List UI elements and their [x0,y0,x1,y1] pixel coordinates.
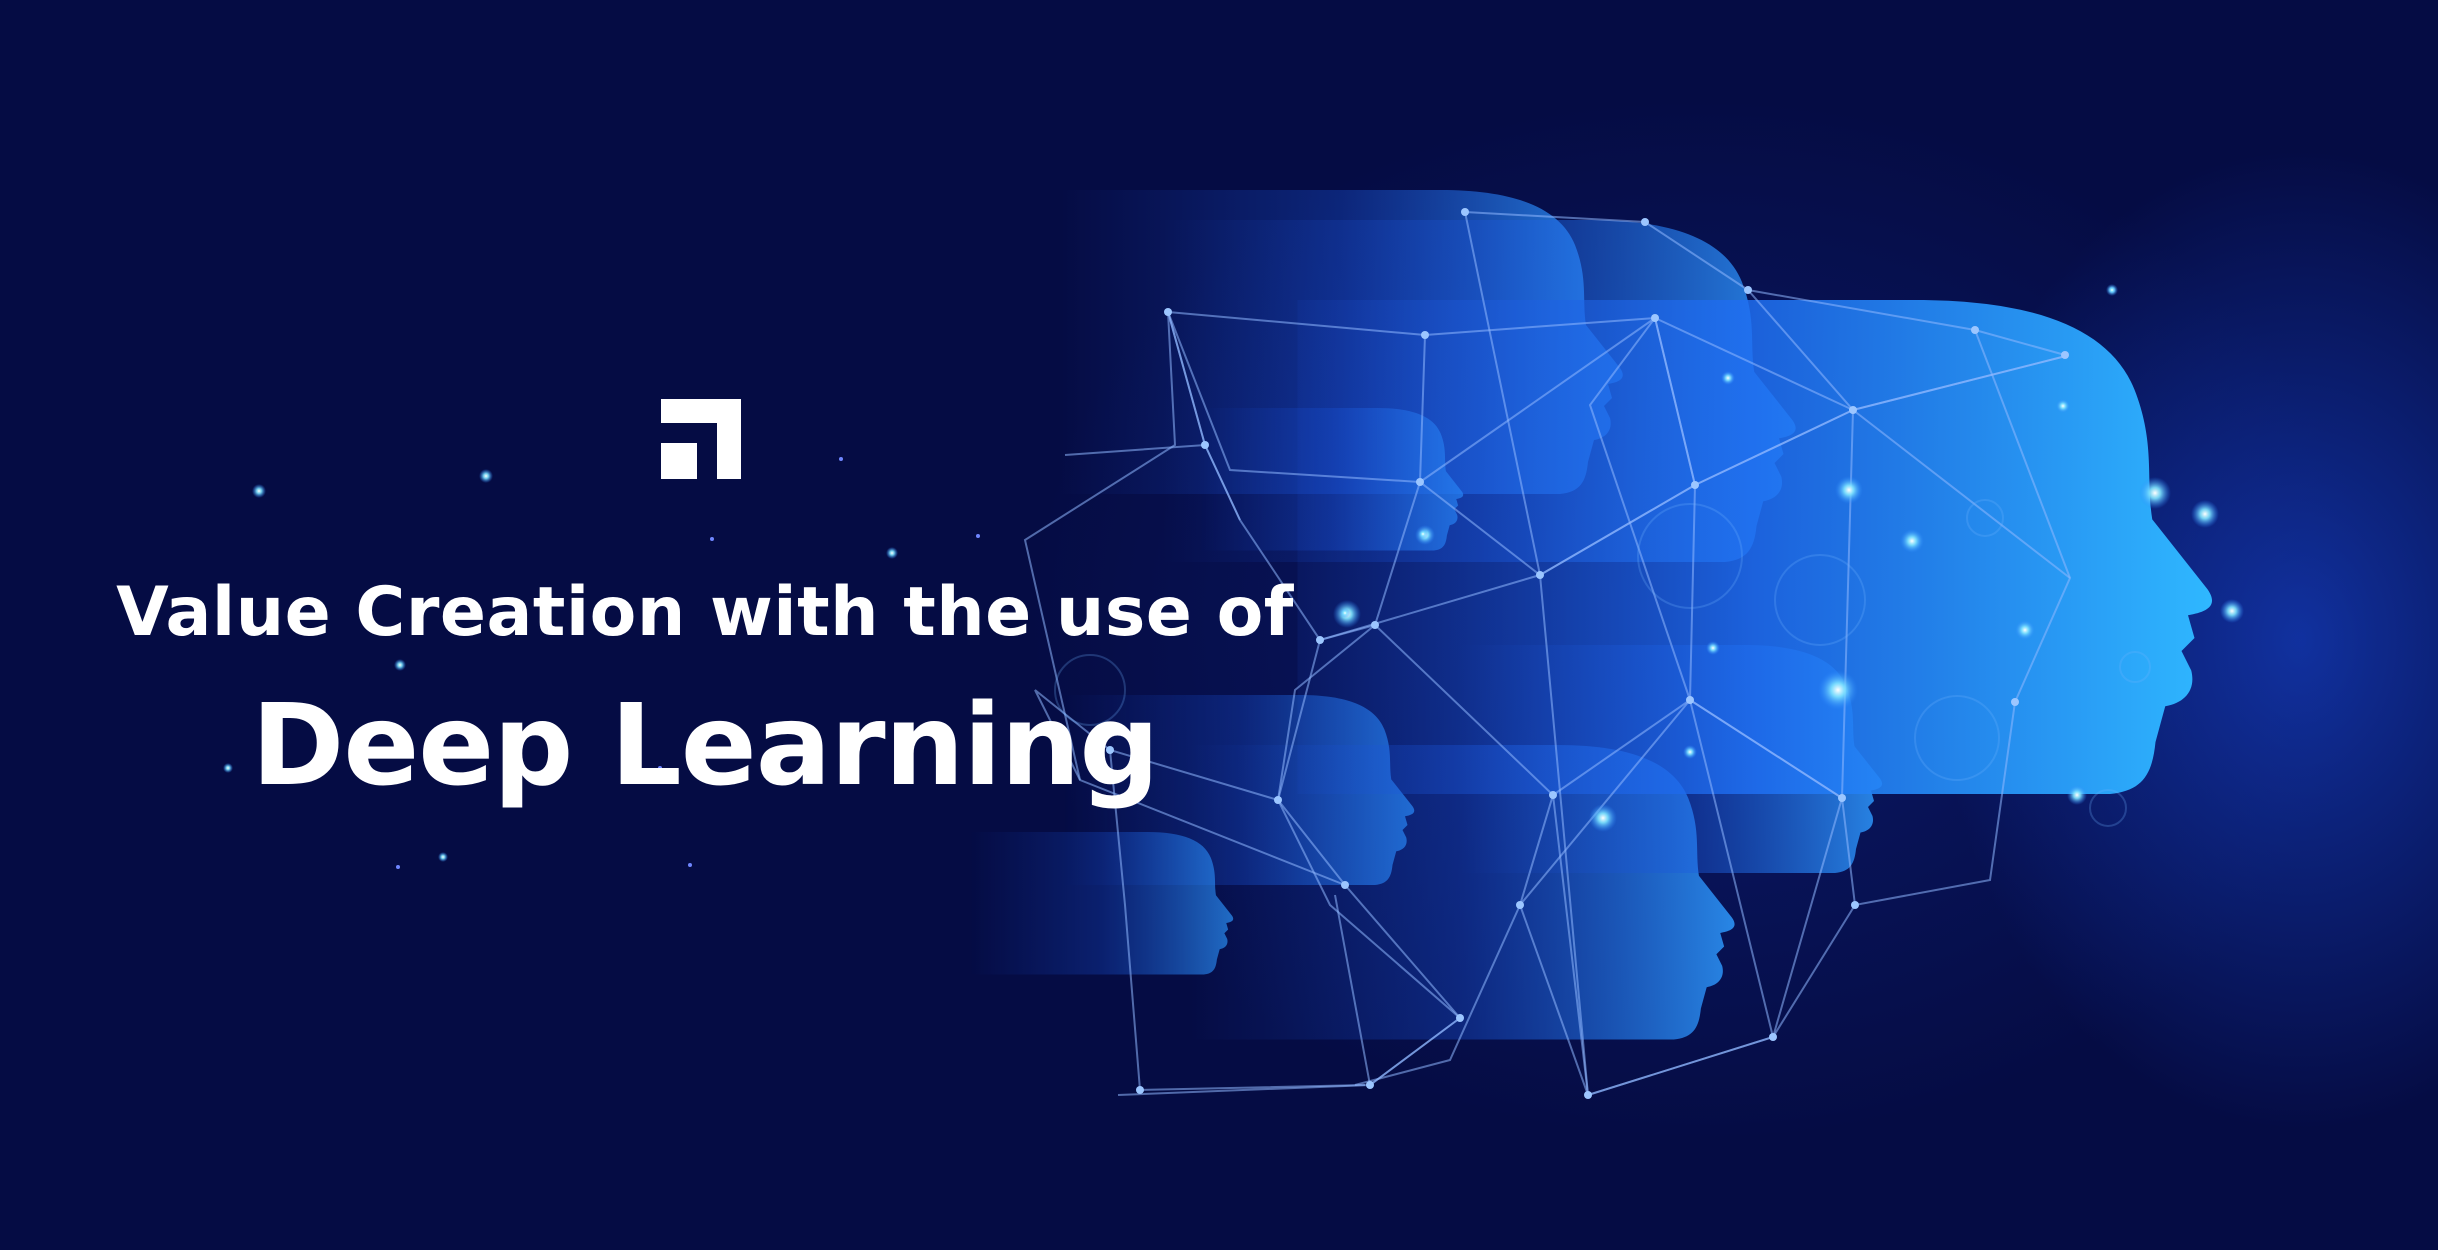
deep-learning-banner: Value Creation with the use of Deep Lear… [0,0,2438,1250]
square-arrow-logo-icon [661,399,741,479]
headline-subtitle: Value Creation with the use of [116,573,1294,652]
main-head-silhouette [1297,300,2213,794]
headline-title: Deep Learning [251,681,1159,811]
